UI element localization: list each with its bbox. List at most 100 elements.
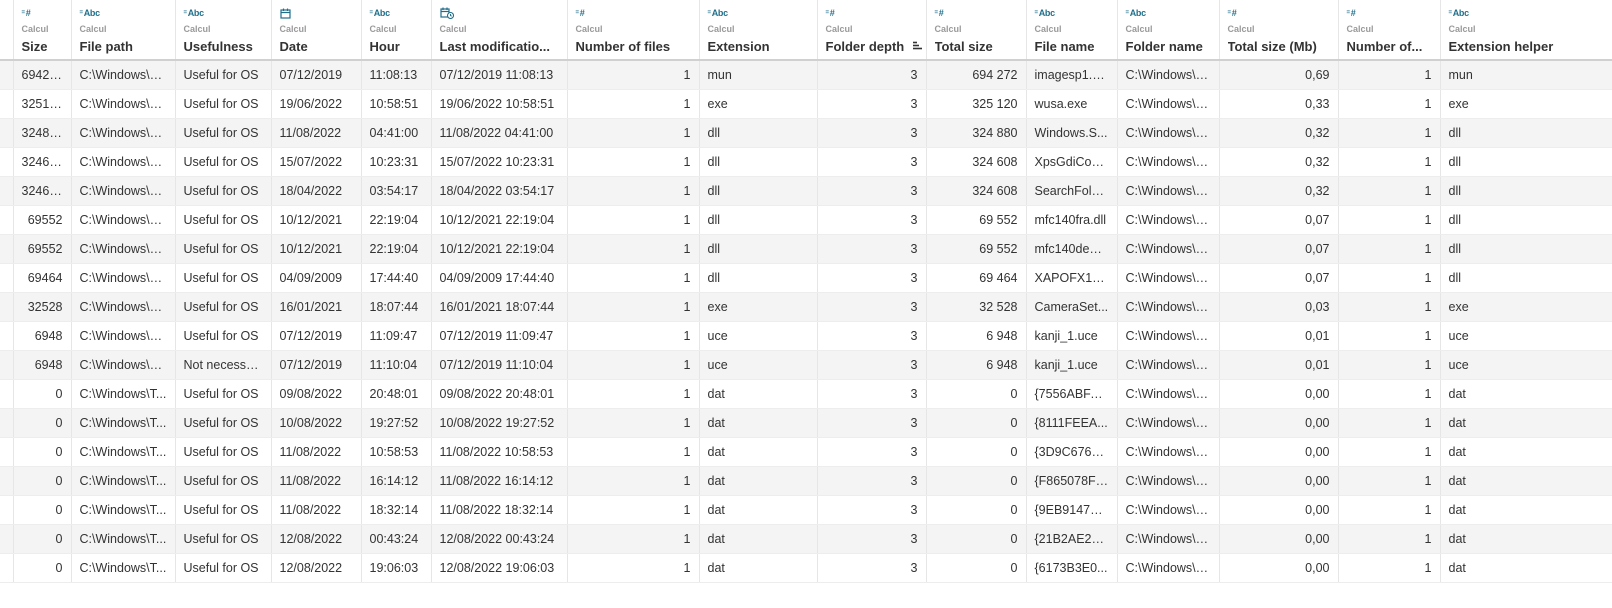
cell-depth[interactable]: 3 [817,118,927,148]
column-header-helper[interactable]: =Abc Calcul Extension helper [1440,0,1612,61]
cell-nof[interactable]: 1 [1338,60,1441,90]
sort-descending-icon[interactable] [912,39,923,54]
cell-date[interactable]: 10/08/2022 [271,408,362,438]
cell-date[interactable]: 10/12/2021 [271,234,362,264]
cell-hour[interactable]: 11:10:04 [361,350,432,380]
cell-hour[interactable]: 04:41:00 [361,118,432,148]
cell-fname[interactable]: mfc140deu.... [1026,234,1118,264]
cell-hour[interactable]: 20:48:01 [361,379,432,409]
cell-helper[interactable]: dll [1440,234,1612,264]
cell-mb[interactable]: 0,33 [1219,89,1339,119]
cell-nof[interactable]: 1 [1338,263,1441,293]
cell-fname[interactable]: {3D9C6760... [1026,437,1118,467]
table-row[interactable]: 69552 C:\Windows\S... Useful for OS 10/12/2… [0,205,1612,235]
cell-ext[interactable]: dll [699,234,818,264]
cell-mod[interactable]: 15/07/2022 10:23:31 [431,147,568,177]
cell-date[interactable]: 09/08/2022 [271,379,362,409]
column-header-date[interactable]: Calcul Date [271,0,362,61]
cell-date[interactable]: 11/08/2022 [271,495,362,525]
cell-use[interactable]: Useful for OS [175,321,272,351]
cell-date[interactable]: 12/08/2022 [271,553,362,583]
cell-ext[interactable]: dat [699,524,818,554]
cell-nof[interactable]: 1 [1338,89,1441,119]
cell-helper[interactable]: dll [1440,263,1612,293]
cell-depth[interactable]: 3 [817,321,927,351]
cell-nof[interactable]: 1 [1338,466,1441,496]
cell-fname[interactable]: SearchFold... [1026,176,1118,206]
cell-helper[interactable]: dll [1440,147,1612,177]
cell-mod[interactable]: 07/12/2019 11:08:13 [431,60,568,90]
cell-hour[interactable]: 11:09:47 [361,321,432,351]
cell-mod[interactable]: 10/08/2022 19:27:52 [431,408,568,438]
cell-fname[interactable]: {F865078F-... [1026,466,1118,496]
cell-helper[interactable]: dat [1440,408,1612,438]
cell-fname[interactable]: imagesp1.d... [1026,60,1118,90]
cell-mb[interactable]: 0,00 [1219,437,1339,467]
cell-size[interactable]: 6948 [13,350,72,380]
cell-total[interactable]: 324 880 [926,118,1027,148]
cell-hour[interactable]: 22:19:04 [361,205,432,235]
cell-hour[interactable]: 19:06:03 [361,553,432,583]
cell-mod[interactable]: 07/12/2019 11:10:04 [431,350,568,380]
cell-size[interactable]: 0 [13,408,72,438]
cell-nfiles[interactable]: 1 [567,321,700,351]
cell-nfiles[interactable]: 1 [567,408,700,438]
cell-nof[interactable]: 1 [1338,118,1441,148]
cell-size[interactable]: 325120 [13,89,72,119]
cell-helper[interactable]: dat [1440,524,1612,554]
cell-folder[interactable]: C:\Windows\T... [1117,408,1220,438]
cell-date[interactable]: 16/01/2021 [271,292,362,322]
table-row[interactable]: 0 C:\Windows\T... Useful for OS 11/08/2022 1… [0,466,1612,496]
cell-fname[interactable]: {21B2AE2A... [1026,524,1118,554]
cell-use[interactable]: Not necessa... [175,350,272,380]
cell-path[interactable]: C:\Windows\S... [71,234,176,264]
cell-depth[interactable]: 3 [817,524,927,554]
cell-ext[interactable]: dat [699,466,818,496]
cell-depth[interactable]: 3 [817,466,927,496]
table-row[interactable]: 0 C:\Windows\T... Useful for OS 12/08/2022 0… [0,524,1612,554]
cell-ext[interactable]: uce [699,350,818,380]
cell-date[interactable]: 11/08/2022 [271,466,362,496]
cell-fname[interactable]: CameraSet... [1026,292,1118,322]
cell-nof[interactable]: 1 [1338,321,1441,351]
column-header-depth[interactable]: =# Calcul Folder depth [817,0,927,61]
cell-date[interactable]: 07/12/2019 [271,321,362,351]
cell-path[interactable]: C:\Windows\T... [71,553,176,583]
cell-mod[interactable]: 09/08/2022 20:48:01 [431,379,568,409]
cell-total[interactable]: 0 [926,437,1027,467]
cell-hour[interactable]: 03:54:17 [361,176,432,206]
cell-mb[interactable]: 0,07 [1219,205,1339,235]
cell-nfiles[interactable]: 1 [567,524,700,554]
cell-path[interactable]: C:\Windows\S... [71,118,176,148]
table-row[interactable]: 0 C:\Windows\T... Useful for OS 11/08/2022 1… [0,437,1612,467]
cell-use[interactable]: Useful for OS [175,466,272,496]
cell-use[interactable]: Useful for OS [175,495,272,525]
cell-helper[interactable]: dll [1440,118,1612,148]
cell-nfiles[interactable]: 1 [567,176,700,206]
cell-mod[interactable]: 12/08/2022 19:06:03 [431,553,568,583]
cell-hour[interactable]: 19:27:52 [361,408,432,438]
column-header-nfiles[interactable]: =# Calcul Number of files [567,0,700,61]
cell-date[interactable]: 11/08/2022 [271,118,362,148]
cell-use[interactable]: Useful for OS [175,292,272,322]
cell-hour[interactable]: 11:08:13 [361,60,432,90]
cell-size[interactable]: 69464 [13,263,72,293]
cell-path[interactable]: C:\Windows\S... [71,350,176,380]
cell-ext[interactable]: dll [699,147,818,177]
cell-ext[interactable]: dat [699,379,818,409]
cell-nfiles[interactable]: 1 [567,118,700,148]
cell-nof[interactable]: 1 [1338,553,1441,583]
cell-size[interactable]: 324608 [13,147,72,177]
cell-nof[interactable]: 1 [1338,205,1441,235]
cell-mod[interactable]: 11/08/2022 16:14:12 [431,466,568,496]
cell-hour[interactable]: 16:14:12 [361,466,432,496]
cell-size[interactable]: 0 [13,553,72,583]
cell-depth[interactable]: 3 [817,263,927,293]
cell-path[interactable]: C:\Windows\S... [71,205,176,235]
cell-path[interactable]: C:\Windows\S... [71,263,176,293]
table-row[interactable]: 694272 C:\Windows\S... Useful for OS 07/12/… [0,60,1612,90]
table-row[interactable]: 6948 C:\Windows\S... Not necessa... 07/12/2… [0,350,1612,380]
cell-use[interactable]: Useful for OS [175,524,272,554]
cell-ext[interactable]: exe [699,292,818,322]
cell-nfiles[interactable]: 1 [567,437,700,467]
